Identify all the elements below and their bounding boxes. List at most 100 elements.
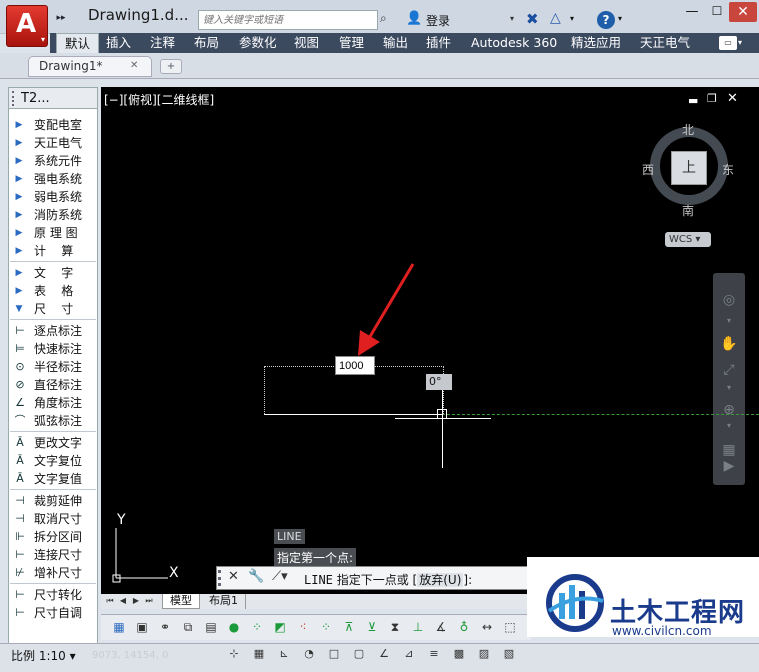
lineweight-icon[interactable]: ≡ bbox=[426, 646, 442, 662]
palette-item[interactable]: Ā 文字复位 bbox=[10, 452, 96, 470]
ortho-icon[interactable]: ⊾ bbox=[276, 646, 292, 662]
palette-item[interactable]: ⊢ 逐点标注 bbox=[10, 322, 96, 340]
points-icon[interactable]: ⁘ bbox=[317, 618, 335, 636]
palette-item[interactable]: ▶ 系统元件 bbox=[10, 152, 96, 170]
copy-icon[interactable]: ⧉ bbox=[179, 618, 197, 636]
qp-icon[interactable]: ▨ bbox=[476, 646, 492, 662]
help-button[interactable]: ? bbox=[597, 11, 615, 29]
palette-item[interactable]: ⌒ 弧弦标注 bbox=[10, 412, 96, 430]
tab-layout[interactable]: 布局 bbox=[192, 33, 221, 53]
polar-icon[interactable]: ◔ bbox=[301, 646, 317, 662]
play-icon[interactable]: ▶ bbox=[715, 458, 743, 478]
viewport-controls-label[interactable]: [−][俯视][二维线框] bbox=[104, 91, 214, 108]
link-icon[interactable]: ⚭ bbox=[156, 618, 174, 636]
palette-item[interactable]: ▶ 变配电室 bbox=[10, 116, 96, 134]
pin-icon[interactable]: ♁ bbox=[455, 618, 473, 636]
login-button[interactable]: 登录 bbox=[426, 12, 450, 29]
palette-item[interactable]: ▶ 消防系统 bbox=[10, 206, 96, 224]
tab-model[interactable]: 模型 bbox=[162, 594, 200, 609]
palette-item[interactable]: ▶ 原 理 图 bbox=[10, 224, 96, 242]
palette-item[interactable]: ⊢ 尺寸转化 bbox=[10, 586, 96, 604]
new-tab-button[interactable]: + bbox=[160, 59, 182, 74]
angle-icon[interactable]: ∡ bbox=[432, 618, 450, 636]
palette-item[interactable]: ⊬ 增补尺寸 bbox=[10, 564, 96, 582]
snap-icon[interactable]: ⊹ bbox=[226, 646, 242, 662]
palette-item[interactable]: ⊨ 快速标注 bbox=[10, 340, 96, 358]
palette-item[interactable]: ∠ 角度标注 bbox=[10, 394, 96, 412]
ducs-icon[interactable]: ∠ bbox=[376, 646, 392, 662]
tab-default[interactable]: 默认 bbox=[56, 33, 100, 53]
tab-autodesk-360[interactable]: Autodesk 360 bbox=[469, 33, 559, 53]
palette-item[interactable]: ⊘ 直径标注 bbox=[10, 376, 96, 394]
save-icon[interactable]: ▣ bbox=[133, 618, 151, 636]
lamp-icon[interactable]: ⊼ bbox=[340, 618, 358, 636]
palette-header[interactable]: T2... bbox=[8, 87, 98, 109]
transparency-icon[interactable]: ▩ bbox=[451, 646, 467, 662]
tab-view[interactable]: 视图 bbox=[292, 33, 321, 53]
prev-layout-icon[interactable]: ◀ bbox=[117, 596, 129, 608]
orbit-icon[interactable]: ⊕ bbox=[715, 402, 743, 422]
tab-tangent-electric[interactable]: 天正电气 bbox=[638, 33, 692, 53]
tab-insert[interactable]: 插入 bbox=[104, 33, 133, 53]
palette-item[interactable]: ▶ 文 字 bbox=[10, 264, 96, 282]
compass-south[interactable]: 南 bbox=[682, 202, 694, 219]
tab-manage[interactable]: 管理 bbox=[337, 33, 366, 53]
palette-item[interactable]: Ā 文字复值 bbox=[10, 470, 96, 488]
compass-north[interactable]: 北 bbox=[682, 121, 694, 138]
binoculars-icon[interactable]: ⌕ bbox=[380, 11, 400, 29]
select-icon[interactable]: ⬚ bbox=[501, 618, 519, 636]
palette-item[interactable]: ⊩ 拆分区间 bbox=[10, 528, 96, 546]
coordinate-readout[interactable]: 9073, 14154, 0 bbox=[92, 650, 168, 661]
block-icon[interactable]: ▤ bbox=[202, 618, 220, 636]
line-command-icon[interactable]: ⟋▾ bbox=[272, 569, 288, 584]
palette-item[interactable]: ⊣ 取消尺寸 bbox=[10, 510, 96, 528]
grid-icon[interactable]: ▦ bbox=[251, 646, 267, 662]
tab-layout1[interactable]: 布局1 bbox=[202, 594, 246, 609]
dots-icon[interactable]: ⁖ bbox=[294, 618, 312, 636]
window-minimize-button[interactable]: — bbox=[680, 4, 704, 22]
last-layout-icon[interactable]: ⏭ bbox=[143, 596, 155, 608]
annotation-scale[interactable]: 比例 1:10 ▾ bbox=[11, 647, 76, 664]
palette-item[interactable]: ⊣ 裁剪延伸 bbox=[10, 492, 96, 510]
chevron-down-icon[interactable]: ▾ bbox=[715, 316, 743, 336]
window-close-button[interactable]: ✕ bbox=[729, 2, 757, 22]
viewport-close-icon[interactable]: ✕ bbox=[727, 91, 738, 106]
ribbon-minimize-icon[interactable]: ▭ bbox=[719, 36, 737, 50]
lamp2-icon[interactable]: ⊻ bbox=[363, 618, 381, 636]
mirror-icon[interactable]: ⧗ bbox=[386, 618, 404, 636]
osnap-icon[interactable]: □ bbox=[326, 646, 342, 662]
viewport-minimize-icon[interactable]: ▬ bbox=[688, 94, 698, 107]
otrack-icon[interactable]: ▢ bbox=[351, 646, 367, 662]
wcs-menu[interactable]: WCS ▾ bbox=[665, 232, 711, 247]
sc-icon[interactable]: ▧ bbox=[501, 646, 517, 662]
dyn-icon[interactable]: ⊿ bbox=[401, 646, 417, 662]
drag-handle-icon[interactable] bbox=[218, 570, 222, 586]
exchange-apps-icon[interactable]: ✖ bbox=[526, 10, 539, 28]
application-menu-button[interactable]: A ▾ bbox=[6, 5, 48, 47]
tab-plugins[interactable]: 插件 bbox=[424, 33, 453, 53]
command-prompt[interactable]: LINE 指定下一点或 [放弃(U)]: bbox=[304, 571, 472, 588]
chevron-down-icon[interactable]: ▾ bbox=[618, 14, 622, 23]
first-layout-icon[interactable]: ⏮ bbox=[104, 596, 116, 608]
tab-parametric[interactable]: 参数化 bbox=[237, 33, 279, 53]
palette-item[interactable]: ▶ 强电系统 bbox=[10, 170, 96, 188]
wrench-icon[interactable]: 🔧 bbox=[248, 569, 264, 584]
align-icon[interactable]: ⊥ bbox=[409, 618, 427, 636]
compass-east[interactable]: 东 bbox=[722, 161, 734, 178]
tab-output[interactable]: 输出 bbox=[381, 33, 410, 53]
pan-hand-icon[interactable]: ✋ bbox=[715, 336, 743, 356]
chevron-down-icon[interactable]: ▾ bbox=[570, 14, 574, 23]
palette-item[interactable]: ▶ 计 算 bbox=[10, 242, 96, 260]
palette-item[interactable]: ⊙ 半径标注 bbox=[10, 358, 96, 376]
tab-featured-apps[interactable]: 精选应用 bbox=[569, 33, 623, 53]
color-icon[interactable]: ◩ bbox=[271, 618, 289, 636]
search-input[interactable] bbox=[198, 10, 378, 30]
tab-annotate[interactable]: 注释 bbox=[148, 33, 177, 53]
chevron-down-icon[interactable]: ▾ bbox=[510, 14, 514, 23]
arrows-icon[interactable]: ↔ bbox=[478, 618, 496, 636]
quick-access-expand-icon[interactable]: ▸▸ bbox=[53, 10, 69, 26]
chevron-down-icon[interactable]: ▾ bbox=[715, 383, 743, 403]
palette-item[interactable]: ▼ 尺 寸 bbox=[10, 300, 96, 318]
compass-west[interactable]: 西 bbox=[642, 161, 654, 178]
zoom-extents-icon[interactable]: ⤢ bbox=[715, 362, 743, 382]
